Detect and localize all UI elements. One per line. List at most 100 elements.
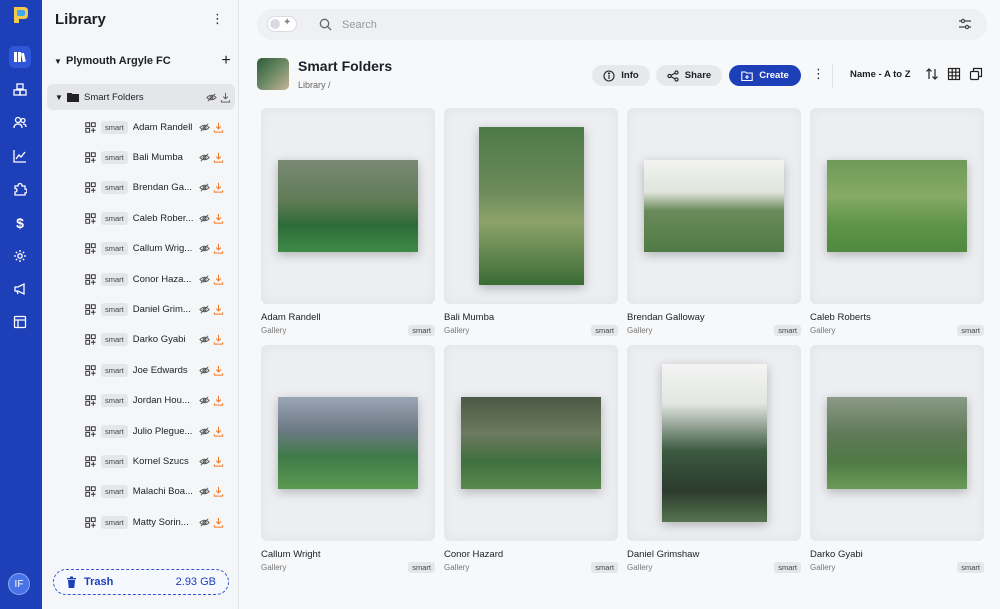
sidebar-item-label: Adam Randell	[132, 121, 193, 133]
filter-icon[interactable]	[958, 17, 972, 31]
smart-folders-item[interactable]: ▼ Smart Folders	[47, 84, 235, 110]
gallery-card[interactable]: Brendan Galloway Gallery smart	[627, 108, 801, 345]
download-icon[interactable]	[213, 334, 224, 346]
gallery-card[interactable]: Bali Mumba Gallery smart	[444, 108, 618, 345]
gallery-card[interactable]: Darko Gyabi Gallery smart	[810, 345, 984, 582]
dollar-icon[interactable]: $	[9, 212, 31, 234]
sidebar-smart-folder-item[interactable]: smart Bali Mumba	[42, 142, 238, 172]
caret-down-icon[interactable]: ▼	[55, 93, 67, 102]
sidebar-smart-folder-item[interactable]: smart Julio Plegue...	[42, 416, 238, 446]
download-icon[interactable]	[213, 456, 224, 467]
smart-grid-icon	[85, 213, 96, 224]
gallery-card[interactable]: Callum Wright Gallery smart	[261, 345, 435, 582]
sidebar-smart-folder-item[interactable]: smart Adam Randell	[42, 112, 238, 142]
gear-icon[interactable]	[9, 245, 31, 267]
download-icon[interactable]	[213, 152, 224, 163]
download-icon[interactable]	[213, 274, 224, 285]
eye-off-icon[interactable]	[199, 152, 210, 163]
card-thumbnail-frame[interactable]	[627, 345, 801, 541]
sidebar-smart-folder-item[interactable]: smart Caleb Rober...	[42, 203, 238, 233]
folder-icon	[67, 93, 79, 102]
download-icon[interactable]	[213, 426, 224, 437]
card-thumbnail-frame[interactable]	[810, 345, 984, 541]
download-icon[interactable]	[213, 122, 224, 133]
eye-off-icon[interactable]	[199, 334, 210, 345]
megaphone-icon[interactable]	[9, 278, 31, 300]
sidebar-smart-folder-item[interactable]: smart Malachi Boa...	[42, 477, 238, 507]
gallery-card[interactable]: Daniel Grimshaw Gallery smart	[627, 345, 801, 582]
sidebar-smart-folder-item[interactable]: smart Daniel Grim...	[42, 294, 238, 324]
search-input[interactable]	[342, 15, 902, 34]
ai-search-toggle[interactable]: ✦	[267, 16, 297, 32]
card-thumbnail-frame[interactable]	[261, 108, 435, 304]
eye-off-icon[interactable]	[199, 182, 210, 193]
sort-arrows-icon[interactable]	[925, 67, 939, 81]
card-thumbnail-frame[interactable]	[444, 345, 618, 541]
sidebar-item-label: Matty Sorin...	[132, 516, 189, 528]
card-thumbnail-frame[interactable]	[810, 108, 984, 304]
download-icon[interactable]	[213, 304, 224, 315]
user-avatar[interactable]: IF	[8, 573, 30, 595]
eye-off-icon[interactable]	[199, 517, 210, 528]
sidebar-item-label: Conor Haza...	[132, 273, 192, 285]
sidebar-smart-folder-item[interactable]: smart Jordan Hou...	[42, 386, 238, 416]
puzzle-icon[interactable]	[9, 178, 31, 200]
library-icon[interactable]	[9, 46, 31, 68]
card-thumbnail-frame[interactable]	[261, 345, 435, 541]
gallery-card[interactable]: Caleb Roberts Gallery smart	[810, 108, 984, 345]
eye-off-icon[interactable]	[199, 274, 210, 285]
download-icon[interactable]	[213, 213, 224, 224]
card-thumbnail-frame[interactable]	[627, 108, 801, 304]
gallery-card[interactable]: Adam Randell Gallery smart	[261, 108, 435, 345]
sidebar-item-label: Caleb Rober...	[132, 212, 194, 224]
eye-off-icon[interactable]	[199, 486, 210, 497]
app-logo-icon[interactable]	[10, 5, 30, 25]
copy-icon[interactable]	[969, 67, 983, 81]
boxes-icon[interactable]	[9, 79, 31, 101]
download-icon[interactable]	[213, 182, 224, 194]
eye-off-icon[interactable]	[199, 456, 210, 467]
sidebar-more-icon[interactable]: ⋮	[211, 12, 224, 26]
download-icon[interactable]	[220, 92, 231, 103]
eye-off-icon[interactable]	[199, 213, 210, 224]
sidebar-smart-folder-item[interactable]: smart Callum Wrig...	[42, 234, 238, 264]
sidebar-smart-folder-item[interactable]: smart Brendan Ga...	[42, 173, 238, 203]
eye-off-icon[interactable]	[206, 92, 217, 103]
smart-tag: smart	[101, 242, 128, 256]
sort-dropdown[interactable]: Name - A to Z	[850, 69, 911, 80]
sidebar-smart-folder-item[interactable]: smart Joe Edwards	[42, 355, 238, 385]
eye-off-icon[interactable]	[199, 304, 210, 315]
chart-icon[interactable]	[9, 145, 31, 167]
trash-button[interactable]: Trash 2.93 GB	[53, 569, 229, 595]
gallery-card[interactable]: Conor Hazard Gallery smart	[444, 345, 618, 582]
trash-label: Trash	[84, 576, 114, 588]
smart-tag: smart	[101, 211, 128, 225]
layout-icon[interactable]	[9, 311, 31, 333]
eye-off-icon[interactable]	[199, 426, 210, 437]
caret-down-icon[interactable]: ▼	[54, 57, 66, 66]
eye-off-icon[interactable]	[199, 122, 210, 133]
download-icon[interactable]	[213, 365, 224, 376]
create-button[interactable]: Create	[729, 65, 801, 86]
add-icon[interactable]: +	[218, 53, 234, 69]
eye-off-icon[interactable]	[199, 395, 210, 406]
more-icon[interactable]: ⋮	[812, 66, 825, 82]
share-button[interactable]: Share	[656, 65, 722, 86]
download-icon[interactable]	[213, 517, 224, 528]
sidebar-smart-folder-item[interactable]: smart Kornel Szucs	[42, 446, 238, 476]
breadcrumb[interactable]: Library /	[298, 80, 331, 90]
download-icon[interactable]	[213, 395, 224, 406]
download-icon[interactable]	[213, 243, 224, 254]
card-thumbnail-frame[interactable]	[444, 108, 618, 304]
download-icon[interactable]	[213, 486, 224, 497]
grid-view-icon[interactable]	[947, 67, 961, 81]
users-icon[interactable]	[9, 112, 31, 134]
eye-off-icon[interactable]	[199, 365, 210, 376]
sidebar-item-label: Joe Edwards	[132, 364, 188, 376]
sidebar-smart-folder-item[interactable]: smart Darko Gyabi	[42, 325, 238, 355]
sidebar-smart-folder-item[interactable]: smart Matty Sorin...	[42, 507, 238, 537]
sidebar-smart-folder-item[interactable]: smart Conor Haza...	[42, 264, 238, 294]
eye-off-icon[interactable]	[199, 243, 210, 254]
info-button[interactable]: Info	[592, 65, 650, 86]
club-tree-item[interactable]: ▼ Plymouth Argyle FC +	[54, 52, 234, 70]
